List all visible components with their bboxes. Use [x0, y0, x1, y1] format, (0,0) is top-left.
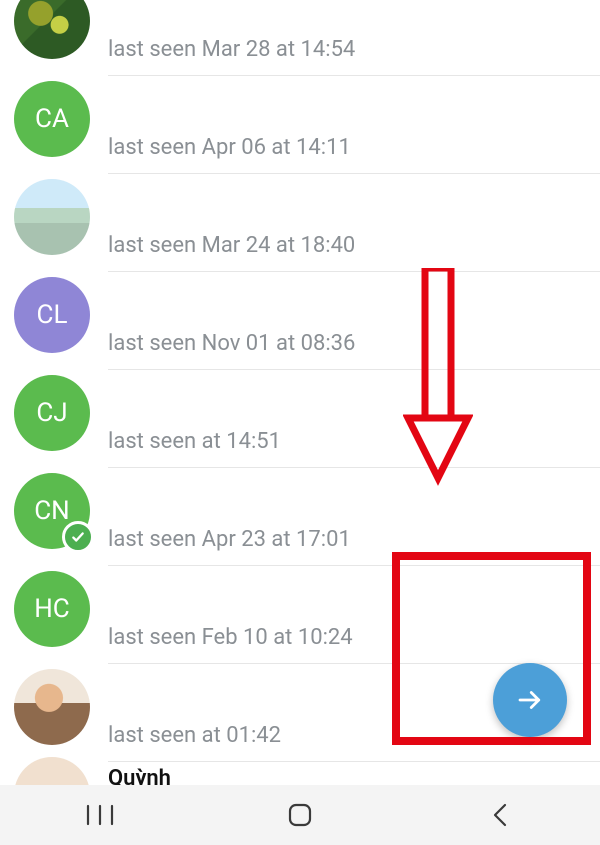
contact-status: last seen Apr 23 at 17:01 — [108, 526, 588, 555]
contact-status: last seen Apr 06 at 14:11 — [108, 134, 588, 163]
avatar-photo — [14, 0, 90, 59]
avatar-initials: CL — [14, 277, 90, 353]
contact-status: last seen Mar 28 at 14:54 — [108, 36, 588, 65]
selected-check-icon — [62, 521, 94, 553]
android-nav-bar — [0, 785, 600, 845]
avatar-photo — [14, 757, 90, 785]
contact-status: last seen Feb 10 at 10:24 — [108, 624, 588, 653]
next-fab[interactable] — [493, 663, 567, 737]
back-button[interactable] — [440, 791, 560, 839]
avatar-photo — [14, 179, 90, 255]
contact-row[interactable]: last seen Mar 24 at 18:40 — [0, 168, 600, 266]
avatar-initials: CJ — [14, 375, 90, 451]
back-icon — [490, 802, 510, 828]
contact-info: last seen at 14:51 — [108, 359, 600, 468]
contact-list[interactable]: last seen Mar 28 at 14:54 CA last seen A… — [0, 0, 600, 785]
contact-info: Quỳnh — [108, 756, 600, 785]
contact-info: last seen Nov 01 at 08:36 — [108, 261, 600, 370]
home-icon — [287, 802, 313, 828]
contact-row[interactable]: CL last seen Nov 01 at 08:36 — [0, 266, 600, 364]
contact-status: last seen at 14:51 — [108, 428, 588, 457]
contact-row[interactable]: last seen Mar 28 at 14:54 — [0, 0, 600, 70]
contact-status: last seen Nov 01 at 08:36 — [108, 330, 588, 359]
contact-name: Quỳnh — [108, 766, 588, 785]
contact-info: last seen Mar 24 at 18:40 — [108, 163, 600, 272]
arrow-right-icon — [515, 685, 545, 715]
contact-row[interactable]: CJ last seen at 14:51 — [0, 364, 600, 462]
contact-info: last seen Apr 06 at 14:11 — [108, 65, 600, 174]
contact-row[interactable]: CN last seen Apr 23 at 17:01 — [0, 462, 600, 560]
avatar-photo — [14, 669, 90, 745]
avatar-initials-text: CN — [34, 496, 69, 526]
recent-apps-button[interactable] — [40, 791, 160, 839]
contact-row[interactable]: CA last seen Apr 06 at 14:11 — [0, 70, 600, 168]
contact-row[interactable]: Quỳnh — [0, 756, 600, 785]
avatar-initials: CA — [14, 81, 90, 157]
home-button[interactable] — [240, 791, 360, 839]
recent-apps-icon — [85, 804, 115, 826]
contact-status: last seen Mar 24 at 18:40 — [108, 232, 588, 261]
avatar-initials: HC — [14, 571, 90, 647]
avatar-initials: CN — [14, 473, 90, 549]
contact-info: last seen Feb 10 at 10:24 — [108, 555, 600, 664]
contact-row[interactable]: HC last seen Feb 10 at 10:24 — [0, 560, 600, 658]
contact-info: last seen Apr 23 at 17:01 — [108, 457, 600, 566]
app-root: last seen Mar 28 at 14:54 CA last seen A… — [0, 0, 600, 845]
